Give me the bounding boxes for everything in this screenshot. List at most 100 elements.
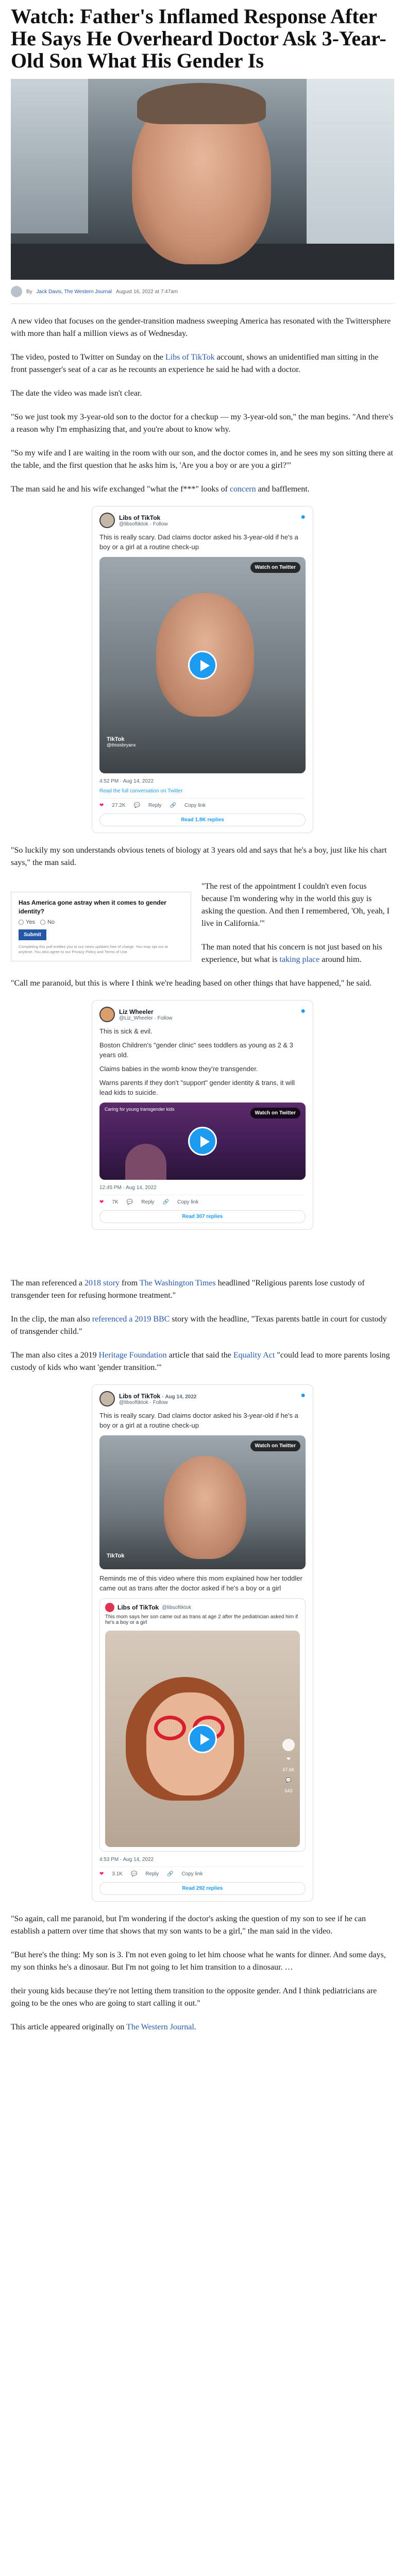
libs-of-tiktok-link[interactable]: Libs of TikTok [165, 353, 215, 362]
washington-times-link[interactable]: The Washington Times [140, 1279, 216, 1287]
reply-label[interactable]: Reply [145, 1871, 159, 1877]
tweet-video[interactable]: Caring for young transgender kids Watch … [99, 1103, 306, 1180]
reply-label[interactable]: Reply [141, 1199, 155, 1205]
tweet-name[interactable]: Libs of TikTok · Aug 14, 2022 [119, 1393, 196, 1400]
heart-icon[interactable]: ❤ [286, 1756, 291, 1762]
glasses-left [154, 1716, 186, 1740]
text: In the clip, the man also [11, 1315, 92, 1324]
paragraph-7: "So luckily my son understands obvious t… [11, 846, 387, 867]
reply-icon[interactable]: 💬 [131, 1871, 137, 1877]
link-icon[interactable]: 🔗 [170, 803, 176, 808]
paragraph-5: "So my wife and I are waiting in the roo… [11, 449, 393, 470]
text: The video, posted to Twitter on Sunday o… [11, 353, 165, 362]
watch-on-twitter-button[interactable]: Watch on Twitter [250, 562, 300, 573]
watch-on-twitter-button[interactable]: Watch on Twitter [250, 1108, 300, 1118]
paragraph-1: A new video that focuses on the gender-t… [11, 317, 391, 338]
poll-option-no[interactable]: No [40, 919, 55, 925]
profile-icon[interactable] [282, 1739, 295, 1751]
text: The man referenced a [11, 1279, 85, 1287]
tweet-avatar[interactable] [99, 1391, 115, 1406]
tweet-avatar[interactable] [99, 1007, 115, 1022]
tweet-header: Libs of TikTok @libsoftiktok · Follow [99, 513, 306, 528]
radio-icon[interactable] [40, 920, 45, 925]
quoted-video[interactable]: ❤ 47.6K 💬 643 [105, 1631, 300, 1847]
play-icon[interactable] [188, 1724, 217, 1753]
tweet-reply-text: Reminds me of this video where this mom … [99, 1574, 302, 1592]
play-icon[interactable] [188, 651, 217, 680]
2018-story-link[interactable]: 2018 story [85, 1279, 120, 1287]
byline-prefix: By [26, 289, 32, 295]
tweet-embed-3[interactable]: Libs of TikTok · Aug 14, 2022 @libsoftik… [92, 1384, 313, 1902]
tweet-actions: ❤ 7K 💬 Reply 🔗 Copy link [99, 1195, 306, 1205]
tweet-text-3: Claims babies in the womb know they're t… [99, 1065, 258, 1073]
tweet-header: Libs of TikTok · Aug 14, 2022 @libsoftik… [99, 1391, 306, 1406]
reply-icon[interactable]: 💬 [127, 1199, 133, 1205]
man-hair [137, 83, 266, 124]
video-caption: Caring for young transgender kids [105, 1107, 175, 1112]
bbc-story-link[interactable]: referenced a 2019 BBC [92, 1315, 170, 1324]
equality-act-link[interactable]: Equality Act [233, 1351, 275, 1360]
paragraph-11: The man referenced a 2018 story from The… [11, 1277, 394, 1302]
paragraph-15: "But here's the thing: My son is 3. I'm … [11, 1951, 386, 1972]
quoted-tweet[interactable]: Libs of TikTok @libsoftiktok This mom sa… [99, 1598, 306, 1852]
read-replies-button[interactable]: Read 307 replies [99, 1210, 306, 1223]
tweet-handle[interactable]: @libsoftiktok · Follow [119, 1400, 196, 1405]
tweet-handle[interactable]: @Liz_Wheeler · Follow [119, 1015, 173, 1021]
tweet-avatar[interactable] [99, 513, 115, 528]
like-count[interactable]: 7K [112, 1199, 118, 1205]
western-journal-link[interactable]: The Western Journal [126, 2023, 194, 2031]
copy-link-label[interactable]: Copy link [177, 1199, 198, 1205]
poll-section: Has America gone astray when it comes to… [11, 880, 394, 966]
quoted-avatar [105, 1603, 114, 1612]
poll-option-yes[interactable]: Yes [19, 919, 35, 925]
watch-on-twitter-button[interactable]: Watch on Twitter [250, 1440, 300, 1451]
twitter-bird-icon[interactable]: ● [300, 1391, 306, 1400]
taking-place-link[interactable]: taking place [280, 955, 320, 964]
read-replies-button[interactable]: Read 292 replies [99, 1882, 306, 1895]
concern-link[interactable]: concern [230, 485, 256, 494]
copy-link-label[interactable]: Copy link [184, 803, 206, 808]
tiktok-watermark: TikTok [107, 1553, 125, 1559]
link-icon[interactable]: 🔗 [167, 1871, 173, 1877]
byline-author[interactable]: Jack Davis, The Western Journal [37, 289, 112, 295]
text: This article appeared originally on [11, 2023, 127, 2031]
reply-label[interactable]: Reply [148, 803, 162, 808]
video-face [164, 1456, 246, 1559]
tweet-timestamp[interactable]: 4:52 PM · Aug 14, 2022 [99, 778, 306, 784]
paragraph-3: The date the video was made isn't clear. [11, 389, 142, 398]
tweet-handle[interactable]: @libsoftiktok · Follow [119, 521, 168, 527]
comment-icon[interactable]: 💬 [285, 1777, 291, 1783]
reply-icon[interactable]: 💬 [134, 803, 140, 808]
radio-icon[interactable] [19, 920, 24, 925]
paragraph-10: "Call me paranoid, but this is where I t… [11, 979, 372, 988]
heart-icon[interactable]: ❤ [99, 1871, 104, 1877]
video-side-icons: ❤ 47.6K 💬 643 [282, 1739, 295, 1793]
twitter-bird-icon[interactable]: ● [300, 1007, 306, 1016]
like-count[interactable]: 27.2K [112, 803, 125, 808]
tweet-date: · Aug 14, 2022 [162, 1394, 197, 1400]
heart-icon[interactable]: ❤ [99, 1199, 104, 1205]
tweet-text-4: Warns parents if they don't "support" ge… [99, 1079, 295, 1096]
tweet-name[interactable]: Libs of TikTok [119, 514, 168, 521]
like-count[interactable]: 3.1K [112, 1871, 123, 1877]
tweet-embed-2[interactable]: Liz Wheeler @Liz_Wheeler · Follow ● This… [92, 1000, 313, 1230]
read-conversation-link[interactable]: Read the full conversation on Twitter [99, 788, 306, 799]
twitter-bird-icon[interactable]: ● [300, 513, 306, 522]
tweet-video[interactable]: Watch on Twitter TikTok @thisisbryanx [99, 557, 306, 773]
text: . [194, 2023, 196, 2031]
play-icon[interactable] [188, 1127, 217, 1156]
text: article that said the [166, 1351, 233, 1360]
poll-submit-button[interactable]: Submit [19, 929, 46, 940]
heart-icon[interactable]: ❤ [99, 803, 104, 808]
link-icon[interactable]: 🔗 [163, 1199, 169, 1205]
tweet-embed-1[interactable]: Libs of TikTok @libsoftiktok · Follow ● … [92, 506, 313, 833]
heritage-foundation-link[interactable]: Heritage Foundation [99, 1351, 167, 1360]
read-replies-button[interactable]: Read 1.8K replies [99, 814, 306, 826]
tweet-timestamp[interactable]: 4:53 PM · Aug 14, 2022 [99, 1857, 306, 1862]
tweet-timestamp[interactable]: 12:45 PM · Aug 14, 2022 [99, 1185, 306, 1191]
tweet-video[interactable]: Watch on Twitter TikTok [99, 1435, 306, 1569]
tweet-name[interactable]: Liz Wheeler [119, 1008, 173, 1015]
copy-link-label[interactable]: Copy link [181, 1871, 202, 1877]
author-avatar [11, 286, 22, 297]
